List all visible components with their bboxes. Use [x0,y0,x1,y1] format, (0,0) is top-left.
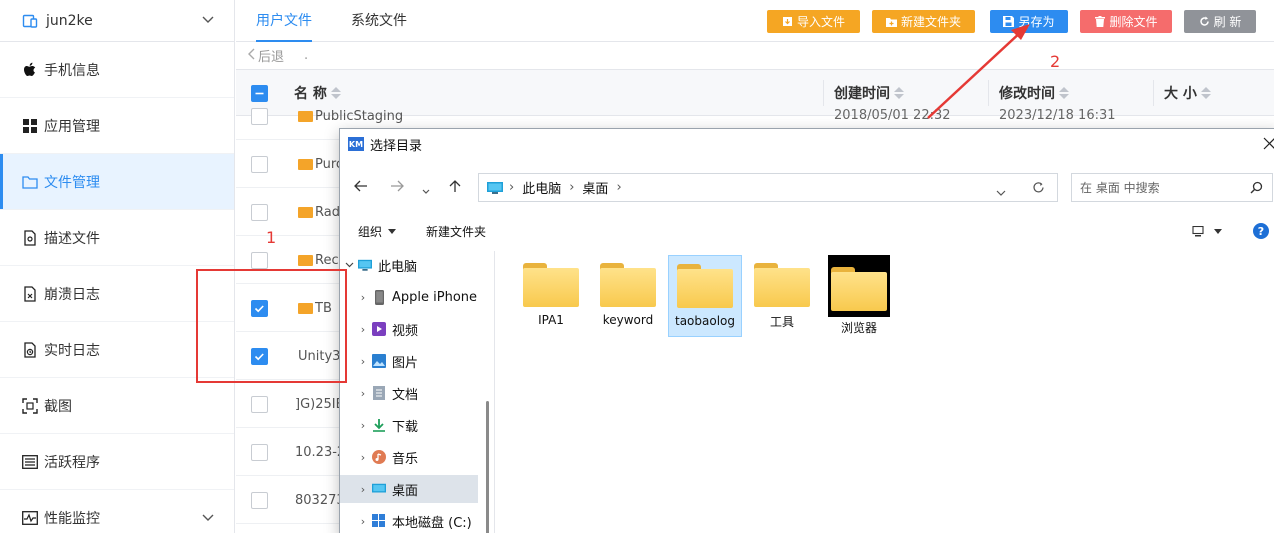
app-window: jun2ke 手机信息 应用管理 文件管理 描述文件 崩溃日志 实时日志 截图 … [0,0,1274,533]
annotation-arrow [927,24,1030,119]
